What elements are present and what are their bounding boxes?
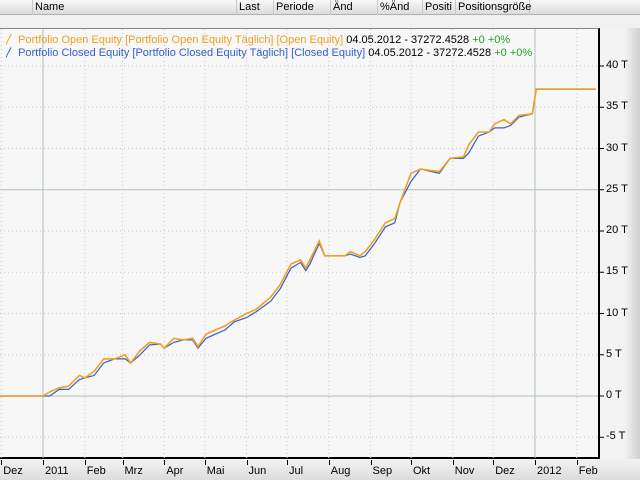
legend-change: +0 +0%	[494, 47, 533, 59]
x-tick	[328, 460, 330, 465]
x-tick	[452, 460, 454, 465]
x-tick	[122, 460, 124, 465]
open-equity-line	[0, 88, 596, 397]
x-tick	[84, 460, 86, 465]
y-tick-label: 40 T	[606, 59, 628, 71]
x-tick	[493, 460, 495, 465]
legend-label: Portfolio Closed Equity [Portfolio Close…	[18, 47, 366, 59]
x-tick-label: 2011	[45, 465, 69, 477]
x-tick-label: Mrz	[124, 465, 143, 477]
x-tick-label: Aug	[330, 465, 351, 477]
closed-equity-line	[0, 88, 596, 397]
x-tick	[1, 460, 3, 465]
x-tick-label: Feb	[578, 465, 598, 477]
y-tick-label: 35 T	[606, 100, 628, 113]
x-tick	[576, 460, 578, 465]
x-tick	[246, 460, 248, 465]
x-tick-label: Nov	[454, 465, 475, 477]
x-tick-label: Feb	[86, 465, 106, 477]
y-tick-label: 25 T	[606, 182, 628, 195]
x-tick-label: Jun	[248, 465, 267, 477]
x-tick	[204, 460, 206, 465]
x-tick-label: 2012	[537, 465, 562, 477]
legend-value: 04.05.2012 - 37272.4528	[368, 47, 492, 59]
x-tick-label: Dez	[495, 465, 515, 477]
y-tick-label: 5 T	[606, 347, 622, 360]
y-tick-label: -5 T	[606, 430, 626, 443]
x-tick	[410, 460, 412, 465]
y-tick-label: 20 T	[606, 224, 628, 236]
x-tick	[286, 460, 288, 465]
x-tick-label: Okt	[412, 465, 431, 477]
y-tick-label: 30 T	[606, 141, 628, 154]
x-tick-label: Dez	[3, 465, 23, 477]
x-tick	[535, 460, 536, 465]
x-tick-label: Sep	[372, 465, 393, 477]
legend-closed-equity: 〳 Portfolio Closed Equity [Portfolio Clo…	[4, 44, 532, 60]
x-tick-label: Jul	[288, 465, 304, 477]
y-tick-label: 0 T	[606, 389, 622, 401]
y-tick-label: 10 T	[606, 306, 628, 319]
x-tick	[370, 460, 372, 465]
equity-chart	[0, 29, 604, 458]
y-tick-label: 15 T	[606, 265, 628, 278]
x-tick	[43, 460, 44, 465]
x-tick	[164, 460, 166, 465]
line-chart-icon: 〳	[4, 47, 15, 59]
x-tick-label: Apr	[166, 465, 184, 477]
x-tick-label: Mai	[206, 465, 225, 477]
